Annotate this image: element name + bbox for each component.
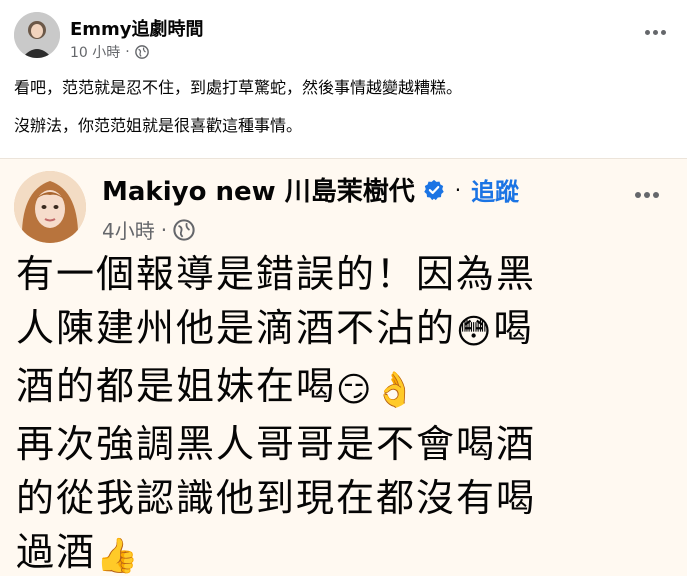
post-header: Emmy追劇時間 10 小時 · xyxy=(14,12,674,64)
shared-meta-dot: · xyxy=(160,217,168,242)
follow-button[interactable]: 追蹤 xyxy=(471,172,519,207)
post-author-name[interactable]: Emmy追劇時間 xyxy=(70,15,204,41)
post-body: 看吧，范范就是忍不住，到處打草驚蛇，然後事情越變越糟糕。 沒辦法，你范范姐就是很… xyxy=(14,78,674,154)
more-options-icon xyxy=(644,29,666,35)
shared-line-text: 再次強調黑人哥哥是不會喝酒 xyxy=(16,422,537,466)
shared-meta: 4小時 · xyxy=(102,215,195,244)
shared-line-text: 過酒 xyxy=(16,530,97,574)
shared-text-line: 人陳建州他是滴酒不沾的😳喝 xyxy=(16,301,656,359)
post-body-line: 沒辦法，你范范姐就是很喜歡這種事情。 xyxy=(14,116,303,135)
verified-badge-icon xyxy=(423,179,444,200)
meta-dot: · xyxy=(125,44,130,60)
shared-text-line: 的從我認識他到現在都沒有喝 xyxy=(16,471,656,525)
shared-post-text: 有一個報導是錯誤的！因為黑 人陳建州他是滴酒不沾的😳喝 酒的都是姐妹在喝😏👌 再… xyxy=(16,247,656,576)
globe-icon xyxy=(173,218,195,241)
shared-more-button[interactable] xyxy=(629,183,665,207)
facebook-post: Emmy追劇時間 10 小時 · 看吧，范范就是忍不住，到處打草驚蛇，然後事情越… xyxy=(0,0,687,576)
post-more-button[interactable] xyxy=(640,22,670,42)
shared-author-avatar[interactable] xyxy=(14,171,86,243)
shared-avatar-image xyxy=(14,171,86,243)
smirk-ok-hand-emoji: 😏👌 xyxy=(336,370,418,410)
post-body-line: 看吧，范范就是忍不住，到處打草驚蛇，然後事情越變越糟糕。 xyxy=(14,78,463,97)
shared-text-line: 再次強調黑人哥哥是不會喝酒 xyxy=(16,417,656,471)
shared-time[interactable]: 4小時 xyxy=(102,215,155,244)
shared-line-text: 人陳建州他是滴酒不沾的 xyxy=(16,306,457,350)
shared-line-text: 的從我認識他到現在都沒有喝 xyxy=(16,476,537,520)
shared-line-text: 有一個報導是錯誤的！因為黑 xyxy=(16,252,537,296)
shared-text-line: 酒的都是姐妹在喝😏👌 xyxy=(16,359,656,417)
author-avatar[interactable] xyxy=(14,12,60,58)
shared-line-text-after: 喝 xyxy=(493,306,534,350)
post-meta: 10 小時 · xyxy=(70,42,149,62)
shared-text-line: 過酒👍 xyxy=(16,525,656,576)
shared-post[interactable]: Makiyo new 川島茉樹代 · 追蹤 4小時 · 有一個報導是錯誤的！因為… xyxy=(0,158,687,576)
shared-author-name[interactable]: Makiyo new 川島茉樹代 xyxy=(102,171,415,208)
avatar-image xyxy=(14,12,60,58)
more-options-icon xyxy=(635,192,659,198)
flushed-face-emoji: 😳 xyxy=(456,312,494,352)
author-separator: · xyxy=(454,177,462,202)
post-time[interactable]: 10 小時 xyxy=(70,42,120,62)
thumbs-up-emoji: 👍 xyxy=(96,536,141,576)
shared-text-line: 有一個報導是錯誤的！因為黑 xyxy=(16,247,656,301)
shared-line-text: 酒的都是姐妹在喝 xyxy=(16,364,337,408)
shared-author-row: Makiyo new 川島茉樹代 · 追蹤 xyxy=(102,171,519,208)
globe-icon xyxy=(134,45,149,59)
